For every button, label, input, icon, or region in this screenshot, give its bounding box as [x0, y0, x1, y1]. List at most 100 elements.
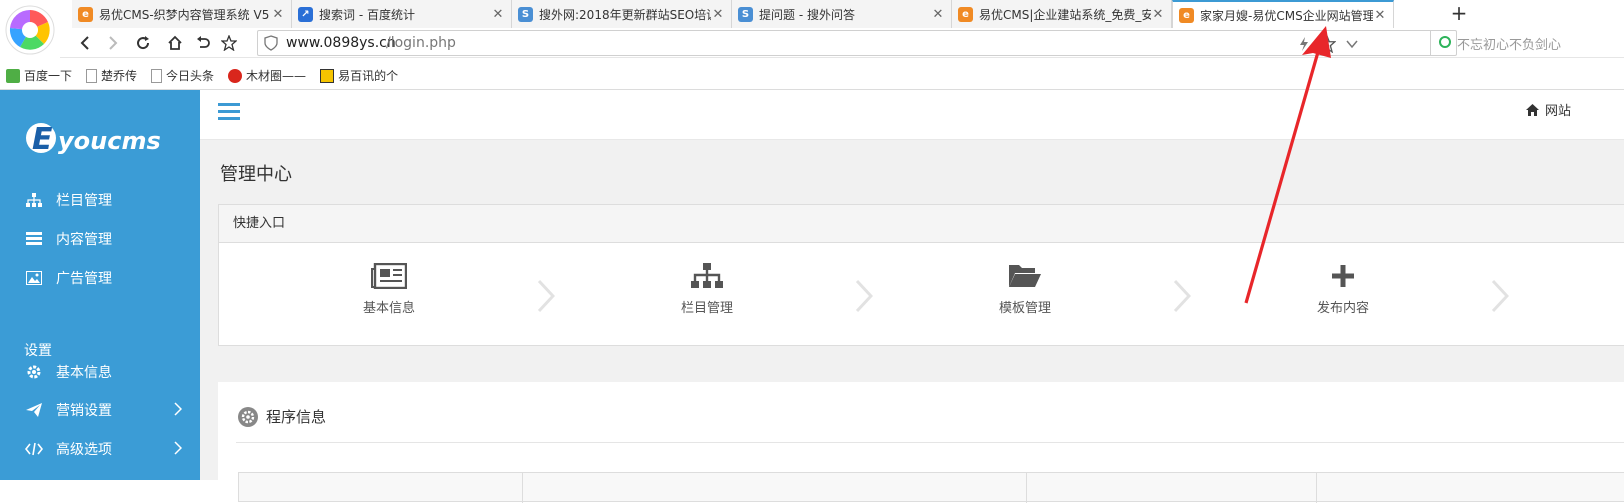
home-icon — [1526, 103, 1539, 116]
sidebar-item-category[interactable]: 栏目管理 — [0, 180, 200, 220]
home-icon[interactable] — [164, 32, 186, 54]
gear-icon — [238, 406, 258, 427]
code-icon — [24, 441, 44, 457]
sidebar-item-label: 广告管理 — [56, 271, 112, 287]
tab-souwai[interactable]: S 搜外网:2018年更新群站SEO培训 ✕ — [512, 0, 732, 28]
bookmark-chuqiao[interactable]: 楚乔传 — [86, 67, 137, 84]
navigation-bar: www.0898ys.cn /login.php 不忘初心不负剑心 — [60, 28, 1624, 58]
tab-jiajia-yuesao[interactable]: e 家家月嫂-易优CMS企业网站管理 ✕ — [1172, 0, 1394, 28]
address-bar[interactable]: www.0898ys.cn /login.php — [257, 30, 1457, 56]
eyoucms-icon: e — [958, 6, 973, 22]
undo-close-icon[interactable] — [192, 32, 214, 54]
tab-souwai-qa[interactable]: S 提问题 - 搜外问答 ✕ — [732, 0, 952, 28]
search-placeholder: 不忘初心不负剑心 — [1457, 37, 1562, 53]
quick-item-basic-info[interactable]: 基本信息 — [309, 261, 469, 321]
site-link-label: 网站 — [1545, 104, 1572, 119]
sidebar-item-label: 基本信息 — [56, 365, 112, 381]
site-home-link[interactable]: 网站 — [1526, 100, 1571, 119]
reload-icon[interactable] — [132, 32, 154, 54]
bookmark-label: 木材圈—— — [246, 69, 307, 83]
souwai-icon: S — [738, 6, 753, 22]
sidebar-item-basic-info[interactable]: 基本信息 — [0, 352, 200, 392]
tab-eyoucms-site[interactable]: e 易优CMS|企业建站系统_免费_安 ✕ — [952, 0, 1172, 28]
bookmark-baidu[interactable]: 百度一下 — [6, 67, 72, 84]
lightning-icon[interactable] — [1298, 37, 1310, 51]
sidebar-item-label: 营销设置 — [56, 403, 112, 419]
tab-label: 家家月嫂-易优CMS企业网站管理 — [1200, 8, 1373, 23]
list-icon — [24, 231, 44, 247]
bookmark-toutiao[interactable]: 今日头条 — [151, 67, 214, 84]
quick-item-publish[interactable]: 发布内容 — [1263, 261, 1423, 321]
svg-text:E: E — [32, 122, 53, 157]
plus-icon — [1263, 261, 1423, 291]
page-icon — [151, 68, 163, 83]
close-tab-icon[interactable]: ✕ — [271, 7, 285, 22]
sidebar-item-ads[interactable]: 广告管理 — [0, 258, 200, 298]
bookmark-label: 百度一下 — [24, 69, 73, 83]
quick-item-templates[interactable]: 模板管理 — [945, 261, 1105, 321]
quick-item-label: 模板管理 — [998, 301, 1051, 316]
program-info-title: 程序信息 — [238, 406, 326, 427]
address-path: /login.php — [386, 35, 456, 51]
souwai-icon: S — [518, 6, 533, 22]
tab-label: 搜索词 - 百度统计 — [319, 7, 415, 22]
table-cell — [1027, 473, 1317, 503]
svg-text:youcms: youcms — [58, 127, 161, 155]
table-cell — [523, 473, 1027, 503]
chevron-right-icon — [1491, 279, 1509, 313]
page-title: 管理中心 — [220, 164, 292, 185]
tab-label: 提问题 - 搜外问答 — [759, 7, 855, 22]
browser-chrome: e 易优CMS-织梦内容管理系统 V5 ✕ ↗ 搜索词 - 百度统计 ✕ S 搜… — [0, 0, 1624, 90]
search-icon — [1439, 36, 1451, 48]
bookmark-label: 楚乔传 — [101, 69, 138, 83]
tab-eyoucms-dede[interactable]: e 易优CMS-织梦内容管理系统 V5 ✕ — [72, 0, 292, 28]
table-cell — [239, 473, 523, 503]
quick-item-label: 栏目管理 — [680, 301, 733, 316]
bookmarks-bar: 百度一下 楚乔传 今日头条 木材圈—— 易百讯的个 — [0, 62, 1624, 90]
gear-icon — [24, 364, 44, 380]
close-tab-icon[interactable]: ✕ — [1151, 7, 1165, 22]
menu-toggle-icon[interactable] — [218, 102, 240, 120]
eyoucms-logo[interactable]: E youcms — [24, 118, 174, 158]
close-tab-icon[interactable]: ✕ — [711, 7, 725, 22]
sidebar-item-advanced[interactable]: 高级选项 — [0, 429, 200, 469]
s-icon — [320, 68, 335, 83]
send-icon — [24, 402, 44, 418]
quick-entry-panel: 快捷入口 基本信息 栏目管理 模板管理 发布内容 — [218, 204, 1624, 346]
chevron-right-icon — [174, 402, 182, 416]
tab-baidu-tongji[interactable]: ↗ 搜索词 - 百度统计 ✕ — [292, 0, 512, 28]
baidu-icon — [6, 68, 20, 83]
close-tab-icon[interactable]: ✕ — [491, 7, 505, 22]
bookmark-star-icon[interactable] — [1318, 35, 1336, 53]
quick-item-label: 基本信息 — [362, 301, 415, 316]
close-tab-icon[interactable]: ✕ — [931, 7, 945, 22]
back-icon[interactable] — [74, 32, 96, 54]
image-icon — [24, 270, 44, 286]
quick-item-category[interactable]: 栏目管理 — [627, 261, 787, 321]
chevron-right-icon — [537, 279, 555, 313]
favorite-star-icon[interactable] — [218, 32, 240, 54]
program-info-panel: 程序信息 — [218, 382, 1624, 503]
bookmark-label: 易百讯的个 — [338, 69, 399, 83]
sidebar-item-label: 内容管理 — [56, 232, 112, 248]
chevron-right-icon — [855, 279, 873, 313]
browser-logo-icon[interactable] — [4, 4, 56, 56]
newspaper-icon — [309, 261, 469, 291]
search-input[interactable]: 不忘初心不负剑心 — [1430, 30, 1624, 56]
tab-label: 易优CMS|企业建站系统_免费_安 — [979, 7, 1151, 22]
folder-open-icon — [945, 261, 1105, 291]
bookmark-mucai[interactable]: 木材圈—— — [228, 67, 306, 84]
sidebar-item-content[interactable]: 内容管理 — [0, 219, 200, 259]
close-tab-icon[interactable]: ✕ — [1373, 8, 1387, 23]
eyoucms-icon: e — [1179, 7, 1194, 23]
forward-icon[interactable] — [102, 32, 124, 54]
quick-entry-header: 快捷入口 — [219, 205, 1624, 243]
main-content: 管理中心 快捷入口 基本信息 栏目管理 模板管理 发布内容 程序信息 — [200, 140, 1624, 503]
new-tab-button[interactable]: + — [1448, 2, 1470, 26]
chevron-down-icon[interactable] — [1346, 39, 1358, 49]
sidebar-item-label: 栏目管理 — [56, 193, 112, 209]
bookmark-yibaixun[interactable]: 易百讯的个 — [320, 67, 398, 84]
sidebar-item-marketing[interactable]: 营销设置 — [0, 390, 200, 430]
chart-icon: ↗ — [298, 6, 313, 22]
sidebar: E youcms 栏目管理 内容管理 广告管理 设置 基本信息 营销设置 高级选… — [0, 90, 200, 480]
